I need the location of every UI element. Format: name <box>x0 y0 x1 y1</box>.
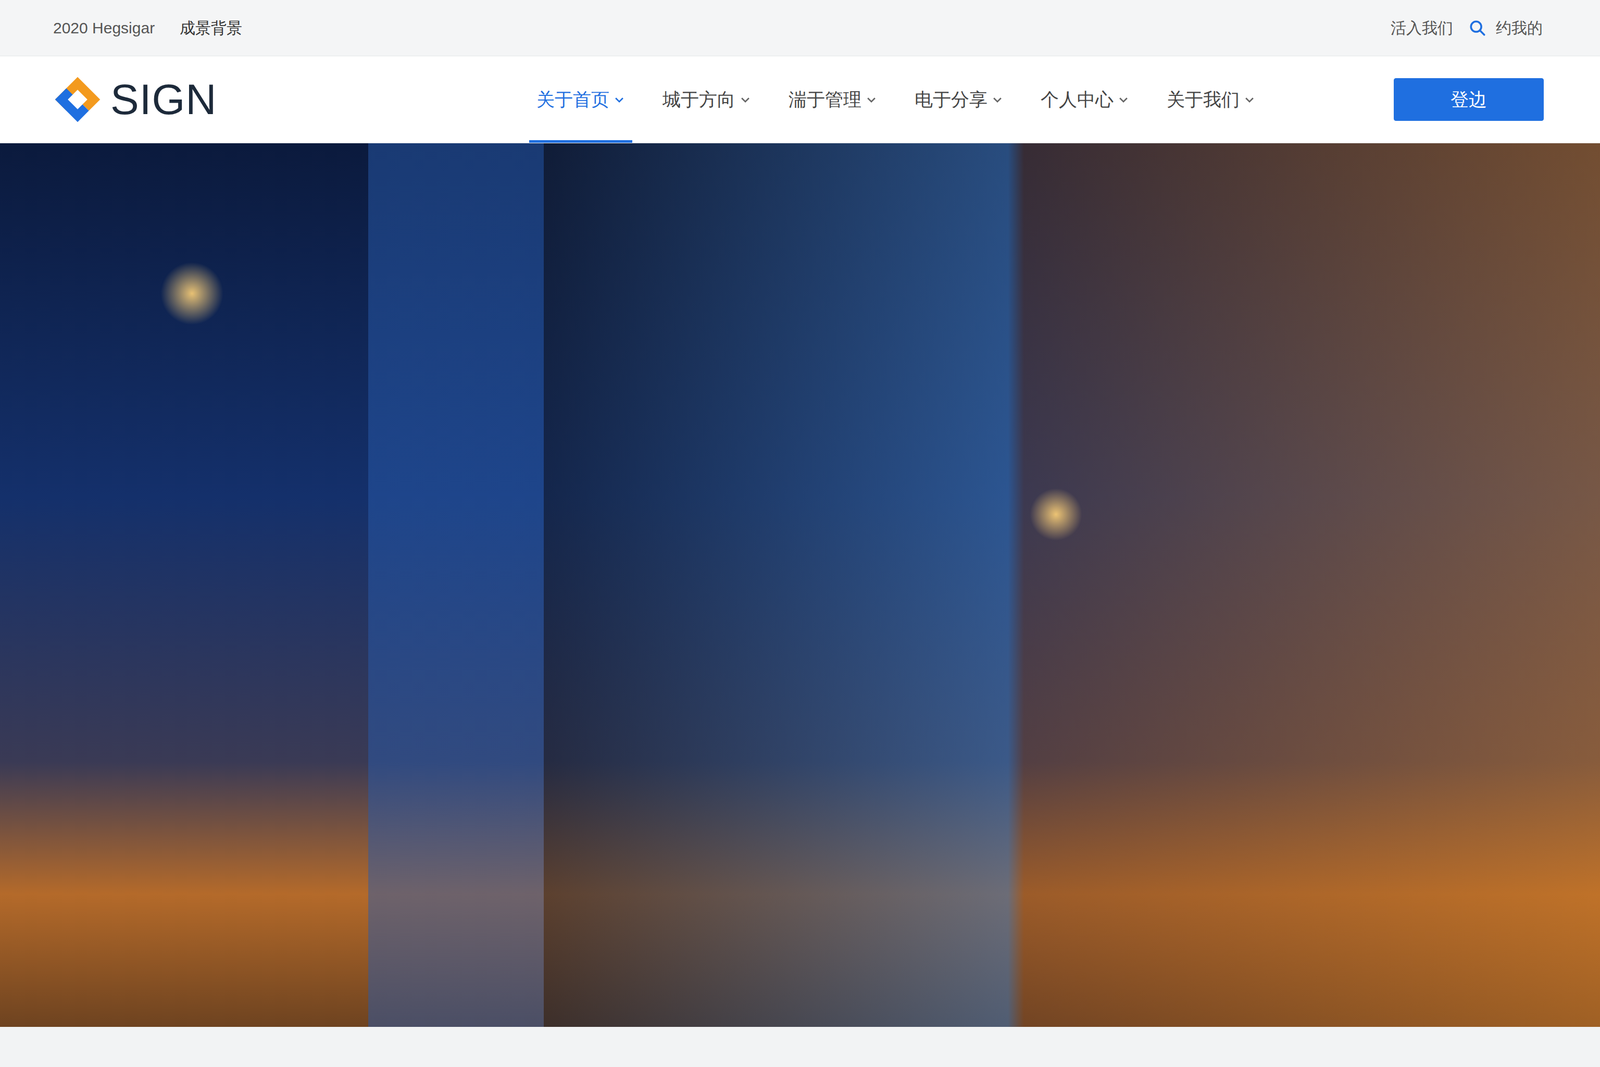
logo-text[interactable]: SIGN <box>110 78 217 121</box>
menu-item[interactable]: 湍于管理 <box>781 56 885 143</box>
bottom-strip <box>0 1026 1600 1067</box>
main-menu: 关于首页 城于方向 湍于管理 电于分享 个人中心 关于我们 <box>529 56 1263 143</box>
top-text: 2020 Hegsigar <box>53 16 155 40</box>
menu-label[interactable]: 城于方向 <box>662 85 736 114</box>
menu-item[interactable]: 电于分享 <box>907 56 1011 143</box>
chevron-down-icon <box>865 93 878 106</box>
chevron-down-icon <box>739 93 752 106</box>
chevron-down-icon <box>1243 93 1256 106</box>
menu-label[interactable]: 关于首页 <box>536 85 610 114</box>
chevron-down-icon <box>1117 93 1130 106</box>
top-left: 2020 Hegsigar 成景背景 <box>53 16 243 40</box>
logo-icon <box>53 75 103 124</box>
search-label[interactable]: 约我的 <box>1495 16 1543 40</box>
top-bar: 2020 Hegsigar 成景背景 活入我们 约我的 <box>0 0 1600 57</box>
hero-image <box>0 143 1600 1027</box>
chevron-down-icon <box>991 93 1004 106</box>
chevron-down-icon <box>613 93 625 106</box>
menu-item[interactable]: 关于我们 <box>1159 56 1263 143</box>
menu-item[interactable]: 关于首页 <box>529 56 633 143</box>
login-button[interactable]: 登边 <box>1393 78 1544 121</box>
join-link[interactable]: 活入我们 <box>1390 16 1454 40</box>
menu-item[interactable]: 个人中心 <box>1033 56 1137 143</box>
menu-label[interactable]: 关于我们 <box>1166 85 1240 114</box>
main-navbar: SIGN 关于首页 城于方向 湍于管理 电于分享 个人中心 关于我们 登边 <box>0 56 1600 144</box>
menu-label[interactable]: 电于分享 <box>914 85 988 114</box>
menu-item[interactable]: 城于方向 <box>655 56 759 143</box>
top-text: 成景背景 <box>179 16 243 40</box>
logo[interactable]: SIGN <box>53 75 530 124</box>
menu-label[interactable]: 个人中心 <box>1040 85 1114 114</box>
menu-label[interactable]: 湍于管理 <box>788 85 862 114</box>
top-right: 活入我们 约我的 <box>1390 16 1543 40</box>
search-icon <box>1468 19 1487 37</box>
search-link[interactable]: 约我的 <box>1468 16 1543 40</box>
